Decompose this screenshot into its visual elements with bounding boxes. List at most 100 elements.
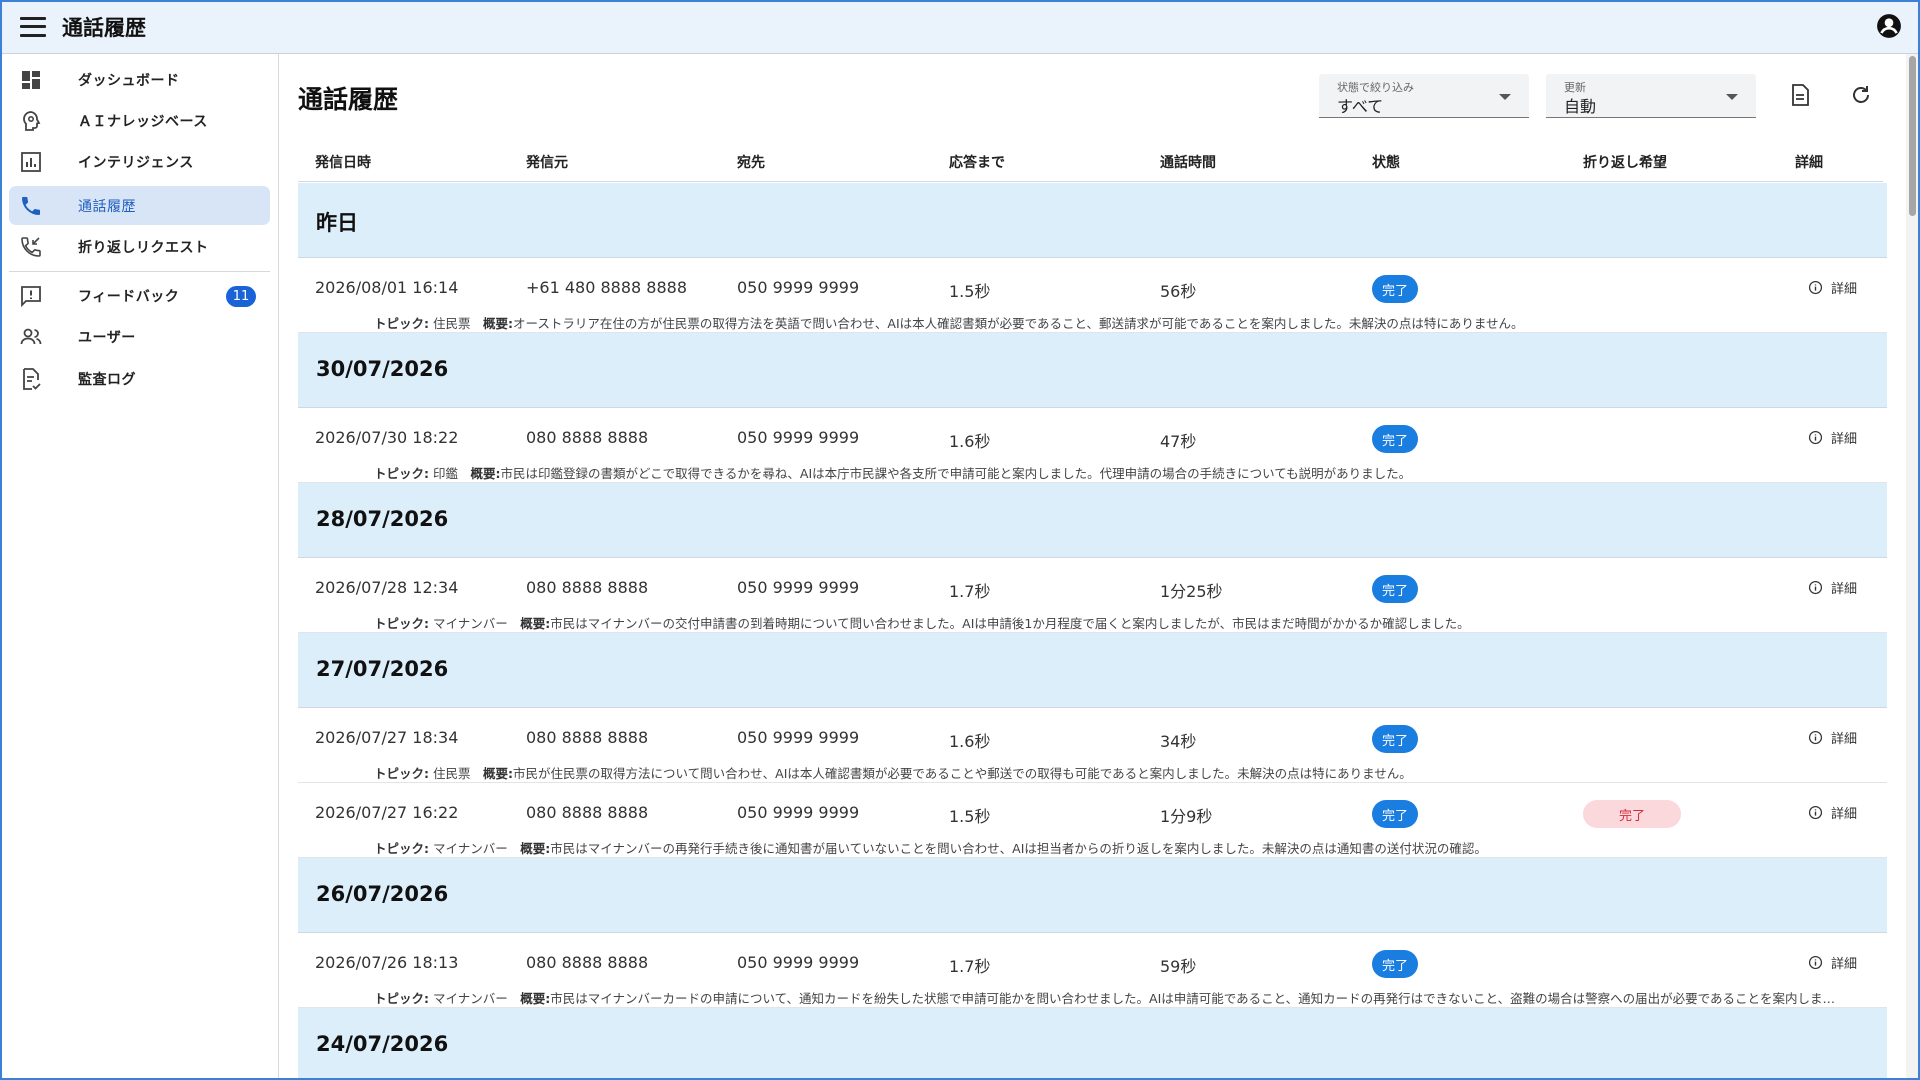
date-group-label: 26/07/2026 bbox=[316, 882, 449, 906]
table-row[interactable]: 2026/07/28 12:34 080 8888 8888 050 9999 99… bbox=[298, 558, 1887, 633]
table-row[interactable]: 2026/07/30 18:22 080 8888 8888 050 9999 99… bbox=[298, 408, 1887, 483]
sidebar-item-label: フィードバック bbox=[78, 288, 180, 305]
topic-label: トピック: bbox=[374, 766, 429, 781]
call-summary: トピック: マイナンバー 概要:市民はマイナンバーの交付申請書の到着時期について… bbox=[374, 613, 1844, 632]
app-title: 通話履歴 bbox=[62, 15, 146, 40]
app-bar: 通話履歴 bbox=[0, 0, 1920, 54]
detail-label: 詳細 bbox=[1830, 807, 1857, 822]
sidebar-item-feedback[interactable]: フィードバック 11 bbox=[9, 276, 270, 315]
menu-icon[interactable] bbox=[20, 16, 46, 37]
refresh-mode-value: 自動 bbox=[1564, 97, 1597, 116]
bar-chart-icon bbox=[21, 151, 41, 172]
sidebar-divider bbox=[9, 271, 270, 272]
call-summary: トピック: 住民票 概要:市民が住民票の取得方法について問い合わせ、AIは本人確… bbox=[374, 763, 1844, 782]
sidebar-item-label: ユーザー bbox=[78, 329, 136, 346]
answer-time: 1.7秒 bbox=[949, 582, 991, 601]
table-row[interactable]: 2026/07/27 16:22 080 8888 8888 050 9999 99… bbox=[298, 783, 1887, 858]
detail-label: 詳細 bbox=[1830, 282, 1857, 297]
table-row[interactable]: 2026/08/01 16:14 +61 480 8888 8888 050 999… bbox=[298, 258, 1887, 333]
sidebar-item-audit-log[interactable]: 監査ログ bbox=[9, 359, 270, 398]
column-header: 状態 bbox=[1372, 155, 1400, 171]
topic-label: トピック: bbox=[374, 991, 429, 1006]
caller-number: +61 480 8888 8888 bbox=[526, 278, 687, 297]
sidebar-item-users[interactable]: ユーザー bbox=[9, 317, 270, 356]
column-header: 詳細 bbox=[1795, 155, 1823, 171]
table-header: 発信日時 発信元 宛先 応答まで 通話時間 状態 折り返し希望 詳細 bbox=[298, 140, 1883, 182]
status-filter-value: すべて bbox=[1337, 97, 1384, 116]
date-group-label: 昨日 bbox=[316, 211, 358, 235]
date-group-label: 30/07/2026 bbox=[316, 357, 449, 381]
call-datetime: 2026/07/26 18:13 bbox=[315, 953, 459, 972]
date-group-header: 昨日 bbox=[298, 183, 1887, 258]
column-header: 発信日時 bbox=[315, 155, 371, 171]
call-summary: トピック: マイナンバー 概要:市民はマイナンバーの再発行手続き後に通知書が届い… bbox=[374, 838, 1844, 857]
sidebar-item-callback-requests[interactable]: 折り返しリクエスト bbox=[9, 227, 270, 266]
summary-label: 概要: bbox=[483, 766, 514, 781]
summary-text: 市民はマイナンバーカードの申請について、通知カードを紛失した状態で申請可能かを問… bbox=[550, 991, 1844, 1006]
call-duration: 59秒 bbox=[1160, 957, 1197, 976]
topic-label: トピック: bbox=[374, 316, 429, 331]
sidebar-item-ai-knowledge[interactable]: ＡＩナレッジベース bbox=[9, 101, 270, 140]
status-badge: 完了 bbox=[1372, 725, 1419, 753]
feedback-count-badge: 11 bbox=[226, 286, 256, 307]
answer-time: 1.5秒 bbox=[949, 807, 991, 826]
destination-number: 050 9999 9999 bbox=[737, 428, 860, 447]
answer-time: 1.6秒 bbox=[949, 732, 991, 751]
summary-label: 概要: bbox=[520, 841, 551, 856]
sidebar-item-intelligence[interactable]: インテリジェンス bbox=[9, 142, 270, 181]
column-header: 宛先 bbox=[737, 155, 765, 171]
detail-button[interactable]: 詳細 bbox=[1808, 578, 1857, 597]
call-summary: トピック: 印鑑 概要:市民は印鑑登録の書類がどこで取得できるかを尋ね、AIは本… bbox=[374, 463, 1844, 482]
export-button[interactable] bbox=[1785, 80, 1815, 110]
users-icon bbox=[20, 328, 42, 344]
sidebar-item-label: ＡＩナレッジベース bbox=[78, 113, 208, 130]
answer-time: 1.6秒 bbox=[949, 432, 991, 451]
date-group-label: 28/07/2026 bbox=[316, 507, 449, 531]
call-duration: 1分9秒 bbox=[1160, 807, 1213, 826]
refresh-button[interactable] bbox=[1846, 80, 1876, 110]
document-check-icon bbox=[23, 367, 41, 390]
date-group-header: 26/07/2026 bbox=[298, 858, 1887, 933]
table-row[interactable]: 2026/07/27 18:34 080 8888 8888 050 9999 99… bbox=[298, 708, 1887, 783]
sidebar-item-call-history[interactable]: 通話履歴 bbox=[9, 186, 270, 225]
sidebar-item-label: 通話履歴 bbox=[78, 198, 136, 215]
caller-number: 080 8888 8888 bbox=[526, 578, 649, 597]
call-summary: トピック: マイナンバー 概要:市民はマイナンバーカードの申請について、通知カー… bbox=[374, 988, 1844, 1007]
account-icon[interactable] bbox=[1876, 13, 1902, 39]
feedback-icon bbox=[21, 285, 41, 307]
detail-button[interactable]: 詳細 bbox=[1808, 428, 1857, 447]
call-datetime: 2026/07/28 12:34 bbox=[315, 578, 459, 597]
destination-number: 050 9999 9999 bbox=[737, 728, 860, 747]
sidebar-item-dashboard[interactable]: ダッシュボード bbox=[9, 60, 270, 99]
date-group-label: 27/07/2026 bbox=[316, 657, 449, 681]
detail-button[interactable]: 詳細 bbox=[1808, 278, 1857, 297]
scrollbar-thumb[interactable] bbox=[1909, 56, 1916, 216]
summary-label: 概要: bbox=[483, 316, 514, 331]
refresh-mode-select[interactable]: 更新 自動 bbox=[1546, 74, 1756, 118]
sidebar-item-label: インテリジェンス bbox=[78, 154, 194, 171]
status-badge: 完了 bbox=[1372, 425, 1419, 453]
detail-label: 詳細 bbox=[1830, 432, 1857, 447]
info-icon bbox=[1808, 955, 1823, 970]
detail-button[interactable]: 詳細 bbox=[1808, 803, 1857, 822]
status-filter-select[interactable]: 状態で絞り込み すべて bbox=[1319, 74, 1529, 118]
sidebar-item-label: 監査ログ bbox=[78, 371, 136, 388]
topic-value: 住民票 bbox=[432, 316, 471, 331]
summary-label: 概要: bbox=[470, 466, 501, 481]
caller-number: 080 8888 8888 bbox=[526, 953, 649, 972]
call-duration: 34秒 bbox=[1160, 732, 1197, 751]
table-row[interactable]: 2026/07/26 18:13 080 8888 8888 050 9999 99… bbox=[298, 933, 1887, 1008]
topic-value: 住民票 bbox=[432, 766, 471, 781]
date-group-label: 24/07/2026 bbox=[316, 1032, 449, 1056]
main-content: 通話履歴 状態で絞り込み すべて 更新 自動 発信日時 発信元 宛先 応答まで … bbox=[280, 54, 1900, 1080]
topic-value: 印鑑 bbox=[432, 466, 458, 481]
detail-button[interactable]: 詳細 bbox=[1808, 953, 1857, 972]
detail-button[interactable]: 詳細 bbox=[1808, 728, 1857, 747]
sidebar-item-label: 折り返しリクエスト bbox=[78, 239, 209, 256]
dropdown-caret-icon bbox=[1499, 94, 1511, 100]
topic-value: マイナンバー bbox=[432, 841, 508, 856]
callback-status-badge: 完了 bbox=[1583, 800, 1682, 828]
call-duration: 56秒 bbox=[1160, 282, 1197, 301]
phone-icon bbox=[22, 196, 40, 215]
info-icon bbox=[1808, 580, 1823, 595]
